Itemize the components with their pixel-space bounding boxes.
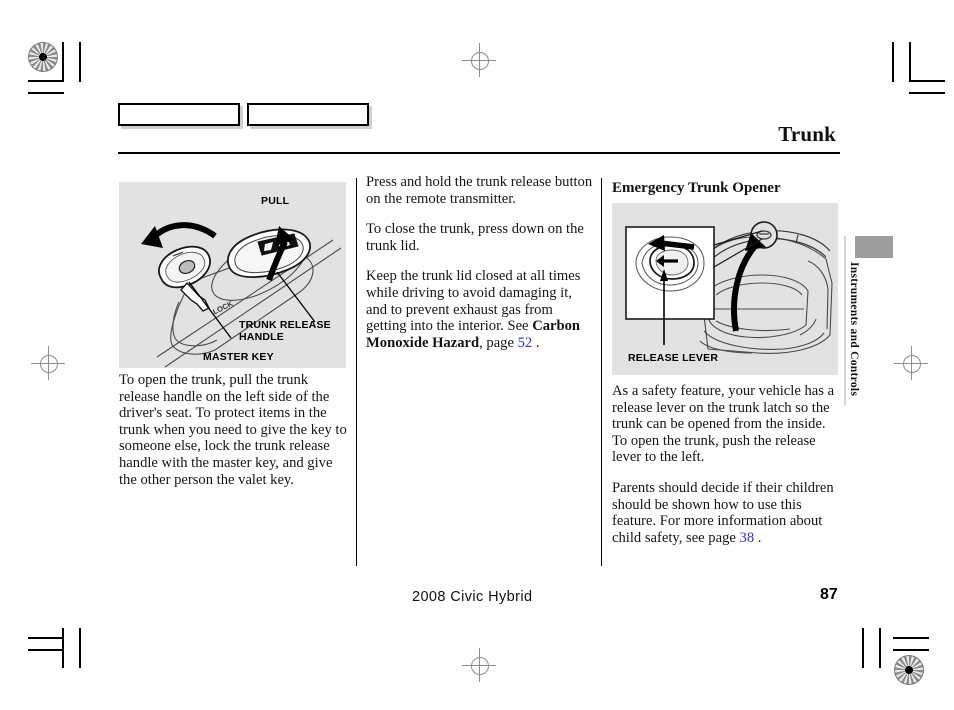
crop-mark-bottom-right-h1 bbox=[893, 637, 929, 639]
middle-paragraph-3: Keep the trunk lid closed at all times w… bbox=[366, 268, 594, 351]
crop-mark-top-left-h2 bbox=[28, 92, 64, 94]
crop-mark-top-left-v1 bbox=[62, 42, 64, 82]
crop-mark-bottom-left-h2 bbox=[28, 649, 64, 651]
header-tab-box-2[interactable] bbox=[247, 103, 369, 126]
registration-target-top-left bbox=[28, 42, 58, 72]
header-tab-box-1[interactable] bbox=[118, 103, 240, 126]
registration-crosshair-right-center bbox=[894, 346, 928, 380]
middle-paragraph-2: To close the trunk, press down on the tr… bbox=[366, 221, 584, 254]
crop-mark-top-left-v2 bbox=[79, 42, 81, 82]
svg-text:LOCK: LOCK bbox=[211, 299, 235, 317]
callout-master-key: MASTER KEY bbox=[203, 351, 274, 363]
emergency-trunk-opener-illustration: RELEASE LEVER bbox=[612, 203, 838, 375]
right-paragraph-1: As a safety feature, your vehicle has a … bbox=[612, 383, 835, 466]
callout-release-lever: RELEASE LEVER bbox=[628, 352, 718, 364]
thumb-tab-marker bbox=[855, 236, 893, 258]
crop-mark-bottom-left-h1 bbox=[28, 637, 64, 639]
right-paragraph-2-text-1: Parents should decide if their children … bbox=[612, 479, 834, 546]
footer-model-name: 2008 Civic Hybrid bbox=[412, 589, 533, 605]
manual-page: Trunk LOCK PULL TRUNK RELEASE HANDLE MAS… bbox=[0, 0, 954, 710]
title-underline-rule bbox=[118, 152, 840, 154]
footer-page-number: 87 bbox=[820, 586, 838, 603]
column-divider-right bbox=[601, 178, 602, 566]
thumb-tab-rule bbox=[844, 236, 846, 406]
registration-target-bottom-right bbox=[894, 655, 924, 685]
page-link-38[interactable]: 38 bbox=[740, 530, 755, 546]
middle-paragraph-3-text-3: . bbox=[532, 334, 540, 351]
right-paragraph-2: Parents should decide if their children … bbox=[612, 480, 840, 546]
column-divider-left bbox=[356, 178, 357, 566]
left-paragraph-1: To open the trunk, pull the trunk releas… bbox=[119, 372, 347, 488]
emergency-trunk-opener-drawing: RELEASE LEVER bbox=[625, 221, 833, 364]
crop-mark-bottom-right-v1 bbox=[862, 628, 864, 668]
middle-paragraph-1: Press and hold the trunk release button … bbox=[366, 174, 593, 207]
thumb-tab-label: Instruments and Controls bbox=[848, 262, 860, 397]
crop-mark-bottom-right-h2 bbox=[893, 649, 929, 651]
crop-mark-top-right-h1 bbox=[909, 80, 945, 82]
registration-crosshair-bottom-center bbox=[462, 648, 496, 682]
crop-mark-top-right-v2 bbox=[909, 42, 911, 82]
trunk-release-handle-drawing: LOCK PULL TRUNK RELEASE HANDLE MASTER KE… bbox=[141, 195, 342, 368]
right-column-text: As a safety feature, your vehicle has a … bbox=[612, 383, 840, 546]
crop-mark-bottom-right-v2 bbox=[879, 628, 881, 668]
registration-crosshair-top-center bbox=[462, 43, 496, 77]
crop-mark-bottom-left-v1 bbox=[62, 628, 64, 668]
page-title: Trunk bbox=[778, 122, 836, 146]
registration-crosshair-left-center bbox=[31, 346, 65, 380]
page-link-52[interactable]: 52 bbox=[518, 335, 533, 351]
crop-mark-top-left-h1 bbox=[28, 80, 64, 82]
callout-trunk-release-handle-line2: HANDLE bbox=[239, 331, 284, 343]
trunk-release-handle-illustration: LOCK PULL TRUNK RELEASE HANDLE MASTER KE… bbox=[119, 182, 346, 368]
section-heading-emergency-trunk-opener: Emergency Trunk Opener bbox=[612, 180, 781, 196]
middle-column-text: Press and hold the trunk release button … bbox=[366, 174, 594, 351]
callout-pull: PULL bbox=[261, 195, 290, 207]
right-paragraph-2-text-2: . bbox=[754, 529, 762, 546]
crop-mark-top-right-v1 bbox=[892, 42, 894, 82]
left-column-text: To open the trunk, pull the trunk releas… bbox=[119, 372, 347, 488]
crop-mark-top-right-h2 bbox=[909, 92, 945, 94]
callout-trunk-release-handle-line1: TRUNK RELEASE bbox=[239, 319, 331, 331]
crop-mark-bottom-left-v2 bbox=[79, 628, 81, 668]
middle-paragraph-3-text-2: , page bbox=[479, 334, 518, 351]
